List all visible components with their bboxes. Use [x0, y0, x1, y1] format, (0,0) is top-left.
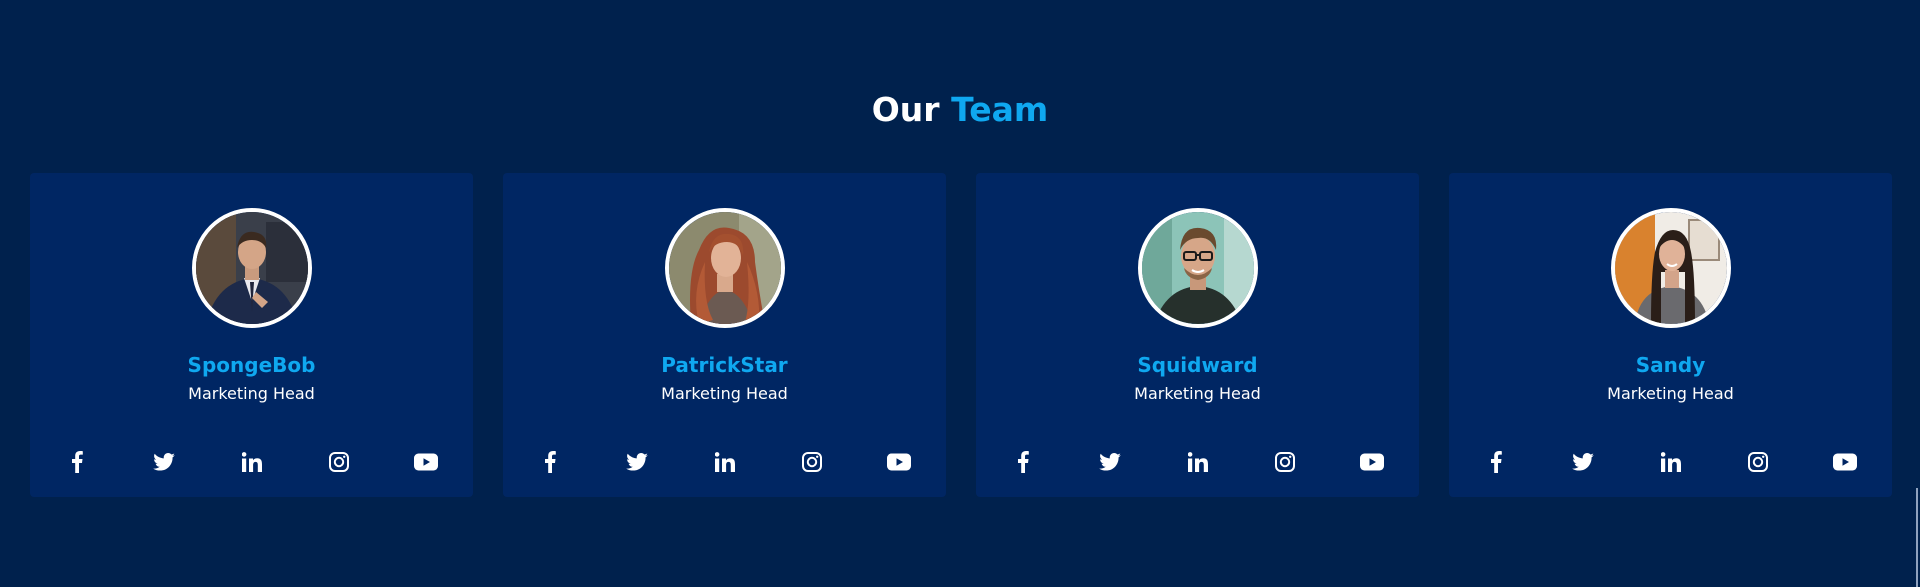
- avatar: [1137, 208, 1258, 328]
- woman-long-hair-photo: [1614, 212, 1727, 324]
- woman-red-hair-photo: [668, 212, 781, 324]
- social-links: [62, 447, 441, 477]
- section-title-part2: Team: [951, 90, 1049, 129]
- avatar: [1610, 208, 1731, 328]
- social-links: [1481, 447, 1860, 477]
- youtube-icon[interactable]: [1830, 447, 1860, 477]
- avatar: [664, 208, 785, 328]
- avatar: [191, 208, 312, 328]
- scrollbar[interactable]: [1916, 488, 1918, 587]
- youtube-icon[interactable]: [411, 447, 441, 477]
- twitter-icon[interactable]: [1568, 447, 1598, 477]
- man-with-glasses-photo: [1141, 212, 1254, 324]
- member-role: Marketing Head: [1607, 384, 1734, 403]
- instagram-icon[interactable]: [1743, 447, 1773, 477]
- facebook-icon[interactable]: [62, 447, 92, 477]
- twitter-icon[interactable]: [622, 447, 652, 477]
- facebook-icon[interactable]: [535, 447, 565, 477]
- twitter-icon[interactable]: [1095, 447, 1125, 477]
- member-name: SpongeBob: [187, 353, 316, 377]
- instagram-icon[interactable]: [324, 447, 354, 477]
- member-role: Marketing Head: [661, 384, 788, 403]
- social-links: [1008, 447, 1387, 477]
- youtube-icon[interactable]: [1357, 447, 1387, 477]
- youtube-icon[interactable]: [884, 447, 914, 477]
- team-card: Squidward Marketing Head: [976, 173, 1419, 497]
- team-cards: SpongeBob Marketing Head PatrickStar Mar…: [30, 173, 1892, 497]
- instagram-icon[interactable]: [797, 447, 827, 477]
- facebook-icon[interactable]: [1481, 447, 1511, 477]
- man-in-suit-photo: [195, 212, 308, 324]
- linkedin-icon[interactable]: [237, 447, 267, 477]
- member-role: Marketing Head: [188, 384, 315, 403]
- instagram-icon[interactable]: [1270, 447, 1300, 477]
- section-title-part1: Our: [871, 90, 940, 129]
- linkedin-icon[interactable]: [1183, 447, 1213, 477]
- social-links: [535, 447, 914, 477]
- team-section: Our Team SpongeBob Marketing Head Patric…: [0, 0, 1920, 587]
- member-name: Squidward: [1137, 353, 1258, 377]
- section-title: Our Team: [0, 88, 1920, 132]
- member-name: Sandy: [1635, 353, 1706, 377]
- member-role: Marketing Head: [1134, 384, 1261, 403]
- linkedin-icon[interactable]: [710, 447, 740, 477]
- team-card: PatrickStar Marketing Head: [503, 173, 946, 497]
- twitter-icon[interactable]: [149, 447, 179, 477]
- team-card: Sandy Marketing Head: [1449, 173, 1892, 497]
- facebook-icon[interactable]: [1008, 447, 1038, 477]
- member-name: PatrickStar: [661, 353, 788, 377]
- linkedin-icon[interactable]: [1656, 447, 1686, 477]
- team-card: SpongeBob Marketing Head: [30, 173, 473, 497]
